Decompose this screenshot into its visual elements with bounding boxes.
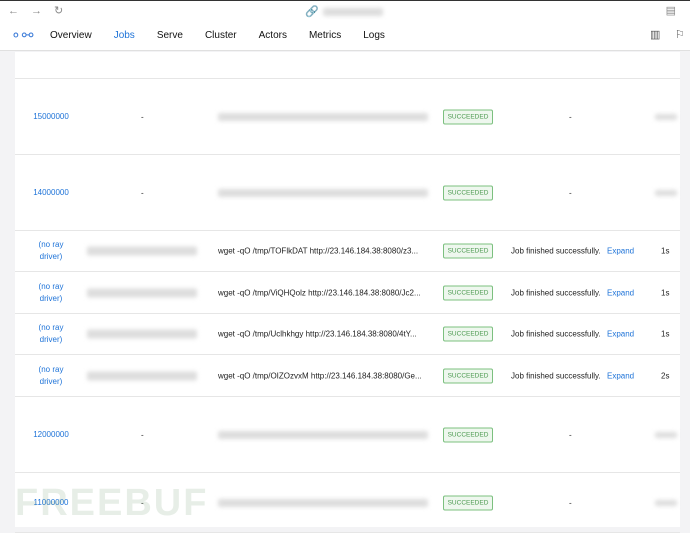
status-badge: SUCCEEDED	[443, 109, 493, 124]
status-badge: SUCCEEDED	[443, 427, 493, 442]
entrypoint-redacted	[218, 498, 428, 507]
browser-toolbar: ← → ↻ 🔗 ▤	[0, 0, 690, 20]
job-id-link[interactable]: (no ray driver)	[33, 322, 69, 346]
watermark: FREEBUF	[15, 482, 209, 524]
duration-redacted	[655, 189, 677, 196]
entrypoint: wget -qO /tmp/TOFlkDAT http://23.146.184…	[218, 246, 419, 256]
entrypoint: wget -qO /tmp/OIZOzvxM http://23.146.184…	[218, 371, 422, 380]
reader-icon[interactable]: ▤	[666, 4, 676, 17]
job-message: Job finished successfully.	[511, 371, 601, 380]
table-row	[15, 52, 680, 79]
job-id-link[interactable]: 12000000	[33, 429, 69, 441]
entrypoint-redacted	[218, 112, 428, 121]
entrypoint-redacted	[218, 430, 428, 439]
job-message: -	[569, 498, 572, 507]
submission-id-redacted	[87, 329, 197, 339]
job-message: -	[569, 188, 572, 197]
submission-id-redacted	[87, 246, 197, 256]
tab-serve[interactable]: Serve	[157, 30, 183, 41]
duration: 1s	[661, 288, 670, 297]
ray-logo-icon[interactable]: ⚬⚯	[10, 27, 33, 44]
status-badge: SUCCEEDED	[443, 185, 493, 200]
tab-jobs[interactable]: Jobs	[114, 30, 135, 41]
feedback-icon[interactable]: ⚐	[675, 28, 685, 41]
table-row: (no ray driver) wget -qO /tmp/ViQHQolz h…	[15, 272, 680, 314]
entrypoint-redacted	[218, 188, 428, 197]
expand-link[interactable]: Expand	[607, 247, 634, 256]
status-badge: SUCCEEDED	[443, 285, 493, 300]
table-row: (no ray driver) wget -qO /tmp/Uclhkhgy h…	[15, 314, 680, 355]
job-message: Job finished successfully.	[511, 246, 601, 256]
table-row: 14000000 - SUCCEEDED -	[15, 155, 680, 231]
link-icon: 🔗	[305, 6, 319, 18]
status-badge: SUCCEEDED	[443, 368, 493, 383]
tab-cluster[interactable]: Cluster	[205, 30, 237, 41]
status-badge: SUCCEEDED	[443, 326, 493, 342]
back-button[interactable]: ←	[8, 5, 19, 17]
job-message: -	[569, 430, 572, 439]
entrypoint: wget -qO /tmp/ViQHQolz http://23.146.184…	[218, 288, 421, 297]
table-row: (no ray driver) wget -qO /tmp/OIZOzvxM h…	[15, 355, 680, 397]
tab-metrics[interactable]: Metrics	[309, 30, 341, 41]
job-id-link[interactable]: (no ray driver)	[33, 281, 69, 305]
submission-id: -	[141, 188, 144, 197]
docs-icon[interactable]: ▥	[650, 28, 660, 41]
status-badge: SUCCEEDED	[443, 495, 493, 510]
expand-link[interactable]: Expand	[607, 288, 634, 297]
duration: 2s	[661, 371, 670, 380]
top-nav: ⚬⚯ Overview Jobs Serve Cluster Actors Me…	[0, 20, 690, 51]
job-message: -	[569, 112, 572, 121]
table-row: 15000000 - SUCCEEDED -	[15, 79, 680, 155]
job-id-link[interactable]: (no ray driver)	[33, 239, 69, 263]
reload-button[interactable]: ↻	[54, 4, 63, 17]
duration: 1s	[661, 246, 670, 256]
submission-id-redacted	[87, 288, 197, 297]
job-id-link[interactable]: (no ray driver)	[33, 364, 69, 388]
job-id-link[interactable]: 15000000	[33, 111, 69, 123]
submission-id: -	[141, 112, 144, 121]
entrypoint: wget -qO /tmp/Uclhkhgy http://23.146.184…	[218, 329, 417, 339]
tab-actors[interactable]: Actors	[259, 30, 287, 41]
status-badge: SUCCEEDED	[443, 243, 493, 259]
submission-id: -	[141, 430, 144, 439]
jobs-table: 15000000 - SUCCEEDED - 14000000 - SUCCEEDE…	[15, 52, 680, 533]
forward-button[interactable]: →	[31, 5, 42, 17]
duration-redacted	[655, 499, 677, 506]
duration-redacted	[655, 113, 677, 120]
table-row: 12000000 - SUCCEEDED -	[15, 397, 680, 473]
duration-redacted	[655, 431, 677, 438]
table-row: (no ray driver) wget -qO /tmp/TOFlkDAT h…	[15, 231, 680, 272]
job-message: Job finished successfully.	[511, 288, 601, 297]
job-id-link[interactable]: 14000000	[33, 187, 69, 199]
submission-id-redacted	[87, 371, 197, 380]
address-bar[interactable]: 🔗	[305, 5, 383, 18]
job-message: Job finished successfully.	[511, 329, 601, 339]
expand-link[interactable]: Expand	[607, 330, 634, 339]
tab-overview[interactable]: Overview	[50, 30, 92, 41]
expand-link[interactable]: Expand	[607, 371, 634, 380]
duration: 1s	[661, 329, 670, 339]
tab-logs[interactable]: Logs	[363, 30, 385, 41]
